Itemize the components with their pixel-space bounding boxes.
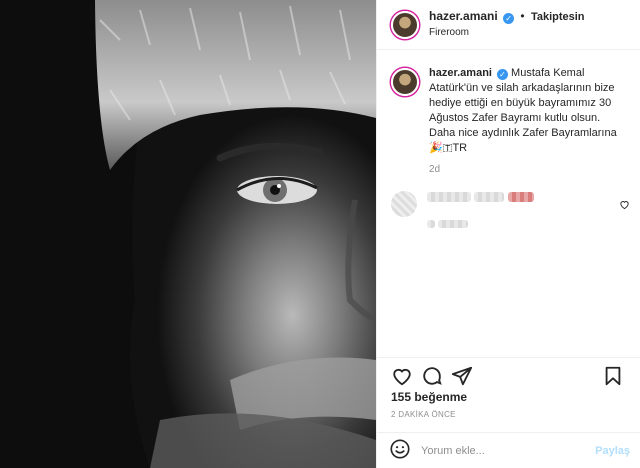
caption-age[interactable]: 2d xyxy=(429,164,640,175)
header-text: hazer.amani ✓ • Takiptesin Fireroom xyxy=(429,9,585,40)
post-side-panel: hazer.amani ✓ • Takiptesin Fireroom haze… xyxy=(376,0,640,468)
instagram-post: hazer.amani ✓ • Takiptesin Fireroom haze… xyxy=(0,0,640,468)
verified-badge-icon: ✓ xyxy=(503,13,515,24)
caption-author-avatar[interactable] xyxy=(391,68,419,96)
post-header: hazer.amani ✓ • Takiptesin Fireroom xyxy=(377,0,640,50)
caption-emoji-row: 🎉🇹TR xyxy=(429,141,629,156)
caption-body: hazer.amani ✓ Mustafa Kemal Atatürk'ün ve… xyxy=(429,66,629,156)
author-avatar[interactable] xyxy=(391,10,419,39)
portrait-illustration xyxy=(0,0,376,468)
heart-outline-icon[interactable] xyxy=(389,363,415,389)
blurred-text xyxy=(474,192,505,202)
likes-count[interactable]: 155 beğenme xyxy=(391,390,467,404)
blurred-reply xyxy=(438,220,469,228)
paper-plane-icon[interactable] xyxy=(449,363,475,389)
speech-bubble-icon[interactable] xyxy=(419,363,445,389)
bookmark-icon[interactable] xyxy=(600,363,626,389)
party-popper-icon: 🎉 xyxy=(429,142,443,154)
turkish-flag-icon: 🇹 xyxy=(442,142,453,154)
blurred-username xyxy=(427,192,471,202)
following-status[interactable]: Takiptesin xyxy=(531,11,585,23)
separator-dot: • xyxy=(520,9,525,23)
caption: hazer.amani ✓ Mustafa Kemal Atatürk'ün ve… xyxy=(377,50,640,156)
post-timestamp[interactable]: 2 DAKİKA ÖNCE xyxy=(391,410,456,419)
blurred-meta xyxy=(427,220,435,228)
comment-item xyxy=(377,175,640,231)
verified-badge-icon: ✓ xyxy=(496,69,508,80)
comment-like-heart-icon[interactable] xyxy=(619,199,630,213)
caption-username[interactable]: hazer.amani xyxy=(429,67,492,79)
action-bar xyxy=(377,357,640,393)
post-location[interactable]: Fireroom xyxy=(429,25,585,40)
add-comment-bar: Paylaş xyxy=(377,432,640,468)
smiley-icon[interactable] xyxy=(389,438,411,463)
flag-text: TR xyxy=(452,142,468,154)
blurred-emoji xyxy=(507,192,534,202)
post-comment-button[interactable]: Paylaş xyxy=(595,445,630,457)
post-photo[interactable] xyxy=(0,0,376,468)
commenter-avatar[interactable] xyxy=(391,191,417,217)
comment-input[interactable] xyxy=(421,444,596,457)
comment-body xyxy=(427,191,617,231)
author-username[interactable]: hazer.amani xyxy=(429,9,498,23)
